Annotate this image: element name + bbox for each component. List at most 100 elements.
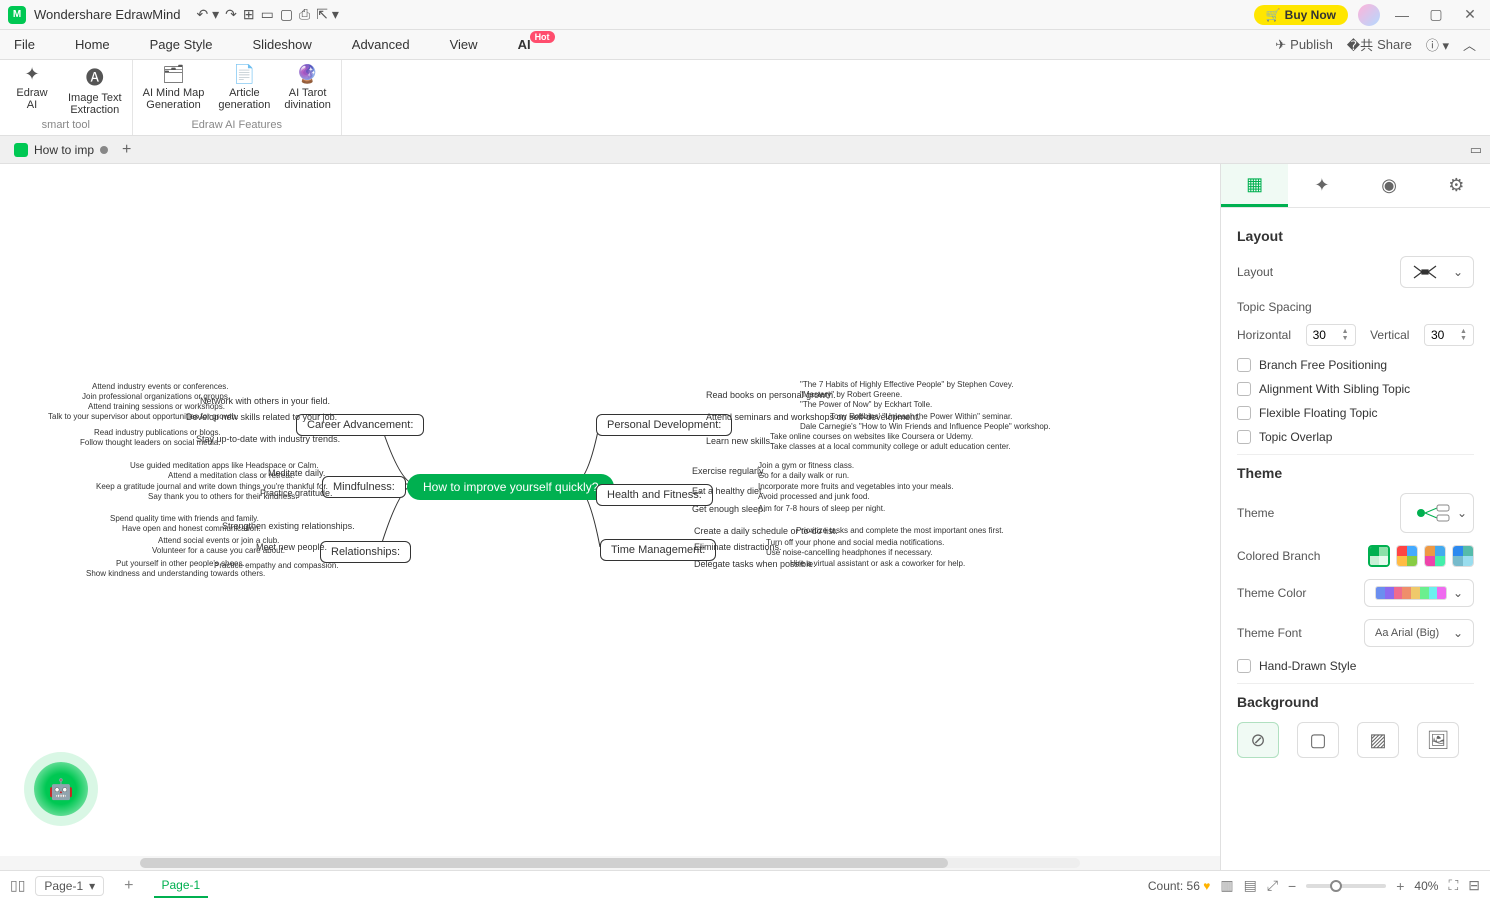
ai-mindmap-button[interactable]: 🗂AI Mind Map Generation [143, 64, 205, 111]
print-icon[interactable]: ⎙ [299, 6, 310, 23]
vertical-input[interactable]: ▲▼ [1424, 324, 1474, 346]
leaf[interactable]: Eat a healthy diet. [692, 486, 764, 496]
subleaf[interactable]: "The Power of Now" by Eckhart Tolle. [800, 400, 932, 409]
zoom-out-icon[interactable]: − [1288, 878, 1296, 894]
rpanel-tab-layout[interactable]: ▦ [1221, 164, 1288, 207]
horizontal-scrollbar[interactable] [0, 856, 1220, 870]
subleaf[interactable]: Take classes at a local community colleg… [770, 442, 1011, 451]
rpanel-tab-tag[interactable]: ◉ [1356, 164, 1423, 207]
minimize-icon[interactable]: — [1390, 7, 1414, 23]
close-icon[interactable]: ✕ [1458, 6, 1482, 23]
ai-fab-button[interactable]: 🤖 [34, 762, 88, 816]
save-icon[interactable]: ▢ [280, 6, 293, 23]
tarot-button[interactable]: 🔮AI Tarot divination [284, 64, 330, 111]
expand-tabs-icon[interactable]: ▭ [1470, 142, 1482, 158]
canvas[interactable]: How to improve yourself quickly? Career … [0, 164, 1220, 856]
rpanel-tab-settings[interactable]: ⚙ [1423, 164, 1490, 207]
subleaf[interactable]: Attend industry events or conferences. [92, 382, 229, 391]
swatch-green[interactable] [1368, 545, 1390, 567]
subleaf[interactable]: Show kindness and understanding towards … [86, 569, 265, 578]
subleaf[interactable]: "Mastery" by Robert Greene. [800, 390, 902, 399]
bg-none[interactable]: ⊘ [1237, 722, 1279, 758]
menu-page-style[interactable]: Page Style [150, 37, 213, 52]
subleaf[interactable]: Dale Carnegie's "How to Win Friends and … [800, 422, 1050, 431]
theme-color-select[interactable]: ⌄ [1364, 579, 1474, 607]
central-topic[interactable]: How to improve yourself quickly? [407, 474, 614, 500]
view-icon-2[interactable]: ▤ [1244, 877, 1257, 894]
export-icon[interactable]: ⇱ ▾ [316, 6, 339, 23]
add-page-button[interactable]: + [114, 877, 143, 895]
subleaf[interactable]: Talk to your supervisor about opportunit… [48, 412, 238, 421]
image-text-extraction-button[interactable]: 🅐Image Text Extraction [68, 64, 122, 116]
theme-font-select[interactable]: Aa Arial (Big) ⌄ [1364, 619, 1474, 647]
subleaf[interactable]: Go for a daily walk or run. [758, 471, 849, 480]
horizontal-value[interactable] [1313, 328, 1337, 342]
spin-up-icon[interactable]: ▲ [1460, 328, 1467, 335]
publish-button[interactable]: ✈ Publish [1275, 37, 1333, 53]
avatar-icon[interactable] [1358, 4, 1380, 26]
chk-branch-free[interactable] [1237, 358, 1251, 372]
vertical-value[interactable] [1431, 328, 1455, 342]
subleaf[interactable]: Use guided meditation apps like Headspac… [130, 461, 319, 470]
undo-icon[interactable]: ↶ ▾ [196, 6, 219, 23]
horizontal-input[interactable]: ▲▼ [1306, 324, 1356, 346]
scroll-thumb[interactable] [140, 858, 948, 868]
theme-select[interactable]: ⌄ [1400, 493, 1474, 533]
subleaf[interactable]: Attend training sessions or workshops. [88, 402, 225, 411]
swatch-multi1[interactable] [1396, 545, 1418, 567]
leaf[interactable]: Learn new skills. [706, 436, 773, 446]
subleaf[interactable]: Join professional organizations or group… [82, 392, 230, 401]
spin-down-icon[interactable]: ▼ [1460, 335, 1467, 342]
subleaf[interactable]: Prioritize tasks and complete the most i… [796, 526, 1004, 535]
new-icon[interactable]: ⊞ [243, 6, 255, 23]
swatch-blue[interactable] [1452, 545, 1474, 567]
chk-flexible[interactable] [1237, 406, 1251, 420]
branch-relationships[interactable]: Relationships: [320, 541, 411, 563]
subleaf[interactable]: Turn off your phone and social media not… [766, 538, 944, 547]
add-tab-button[interactable]: + [122, 141, 131, 159]
share-button[interactable]: �共 Share [1347, 35, 1412, 54]
zoom-slider[interactable] [1306, 884, 1386, 888]
article-gen-button[interactable]: 📄Article generation [218, 64, 270, 111]
subleaf[interactable]: Attend social events or join a club. [158, 536, 279, 545]
subleaf[interactable]: Attend a meditation class or retreat. [168, 471, 294, 480]
doc-tab[interactable]: How to imp [8, 136, 114, 163]
spin-up-icon[interactable]: ▲ [1342, 328, 1349, 335]
rpanel-tab-style[interactable]: ✦ [1288, 164, 1355, 207]
zoom-handle[interactable] [1330, 880, 1342, 892]
bg-solid[interactable]: ▢ [1297, 722, 1339, 758]
menu-slideshow[interactable]: Slideshow [253, 37, 312, 52]
page-select[interactable]: Page-1 ▾ [35, 876, 104, 896]
buy-now-button[interactable]: 🛒 Buy Now [1254, 5, 1348, 25]
bg-image[interactable]: 🖼 [1417, 722, 1459, 758]
branch-mindfulness[interactable]: Mindfulness: [322, 476, 406, 498]
leaf[interactable]: Get enough sleep. [692, 504, 766, 514]
chk-overlap[interactable] [1237, 430, 1251, 444]
subleaf[interactable]: Hire a virtual assistant or ask a cowork… [790, 559, 965, 568]
outline-toggle-icon[interactable]: ▯▯ [10, 877, 25, 894]
subleaf[interactable]: Read industry publications or blogs. [94, 428, 221, 437]
subleaf[interactable]: Avoid processed and junk food. [758, 492, 869, 501]
menu-file[interactable]: File [14, 37, 35, 52]
leaf[interactable]: Exercise regularly. [692, 466, 765, 476]
subleaf[interactable]: Say thank you to others for their kindne… [148, 492, 297, 501]
zoom-in-icon[interactable]: + [1396, 878, 1404, 894]
subleaf[interactable]: Take online courses on websites like Cou… [770, 432, 973, 441]
open-icon[interactable]: ▭ [261, 6, 274, 23]
subleaf[interactable]: Tony Robbins' "Unleash the Power Within"… [830, 412, 1012, 421]
maximize-icon[interactable]: ▢ [1424, 6, 1448, 23]
edraw-ai-button[interactable]: ✦Edraw AI [10, 64, 54, 116]
subleaf[interactable]: Incorporate more fruits and vegetables i… [758, 482, 954, 491]
menu-advanced[interactable]: Advanced [352, 37, 410, 52]
menu-ai[interactable]: AIHot [518, 37, 531, 52]
menu-view[interactable]: View [450, 37, 478, 52]
subleaf[interactable]: Aim for 7-8 hours of sleep per night. [758, 504, 885, 513]
subleaf[interactable]: Keep a gratitude journal and write down … [96, 482, 328, 491]
swatch-multi2[interactable] [1424, 545, 1446, 567]
redo-icon[interactable]: ↷ [225, 6, 237, 23]
page-chip[interactable]: Page-1 [154, 874, 209, 898]
subleaf[interactable]: Use noise-cancelling headphones if neces… [766, 548, 933, 557]
fit-icon[interactable]: ⤢ [1267, 877, 1278, 894]
menu-home[interactable]: Home [75, 37, 110, 52]
view-icon-1[interactable]: ▥ [1220, 877, 1233, 894]
